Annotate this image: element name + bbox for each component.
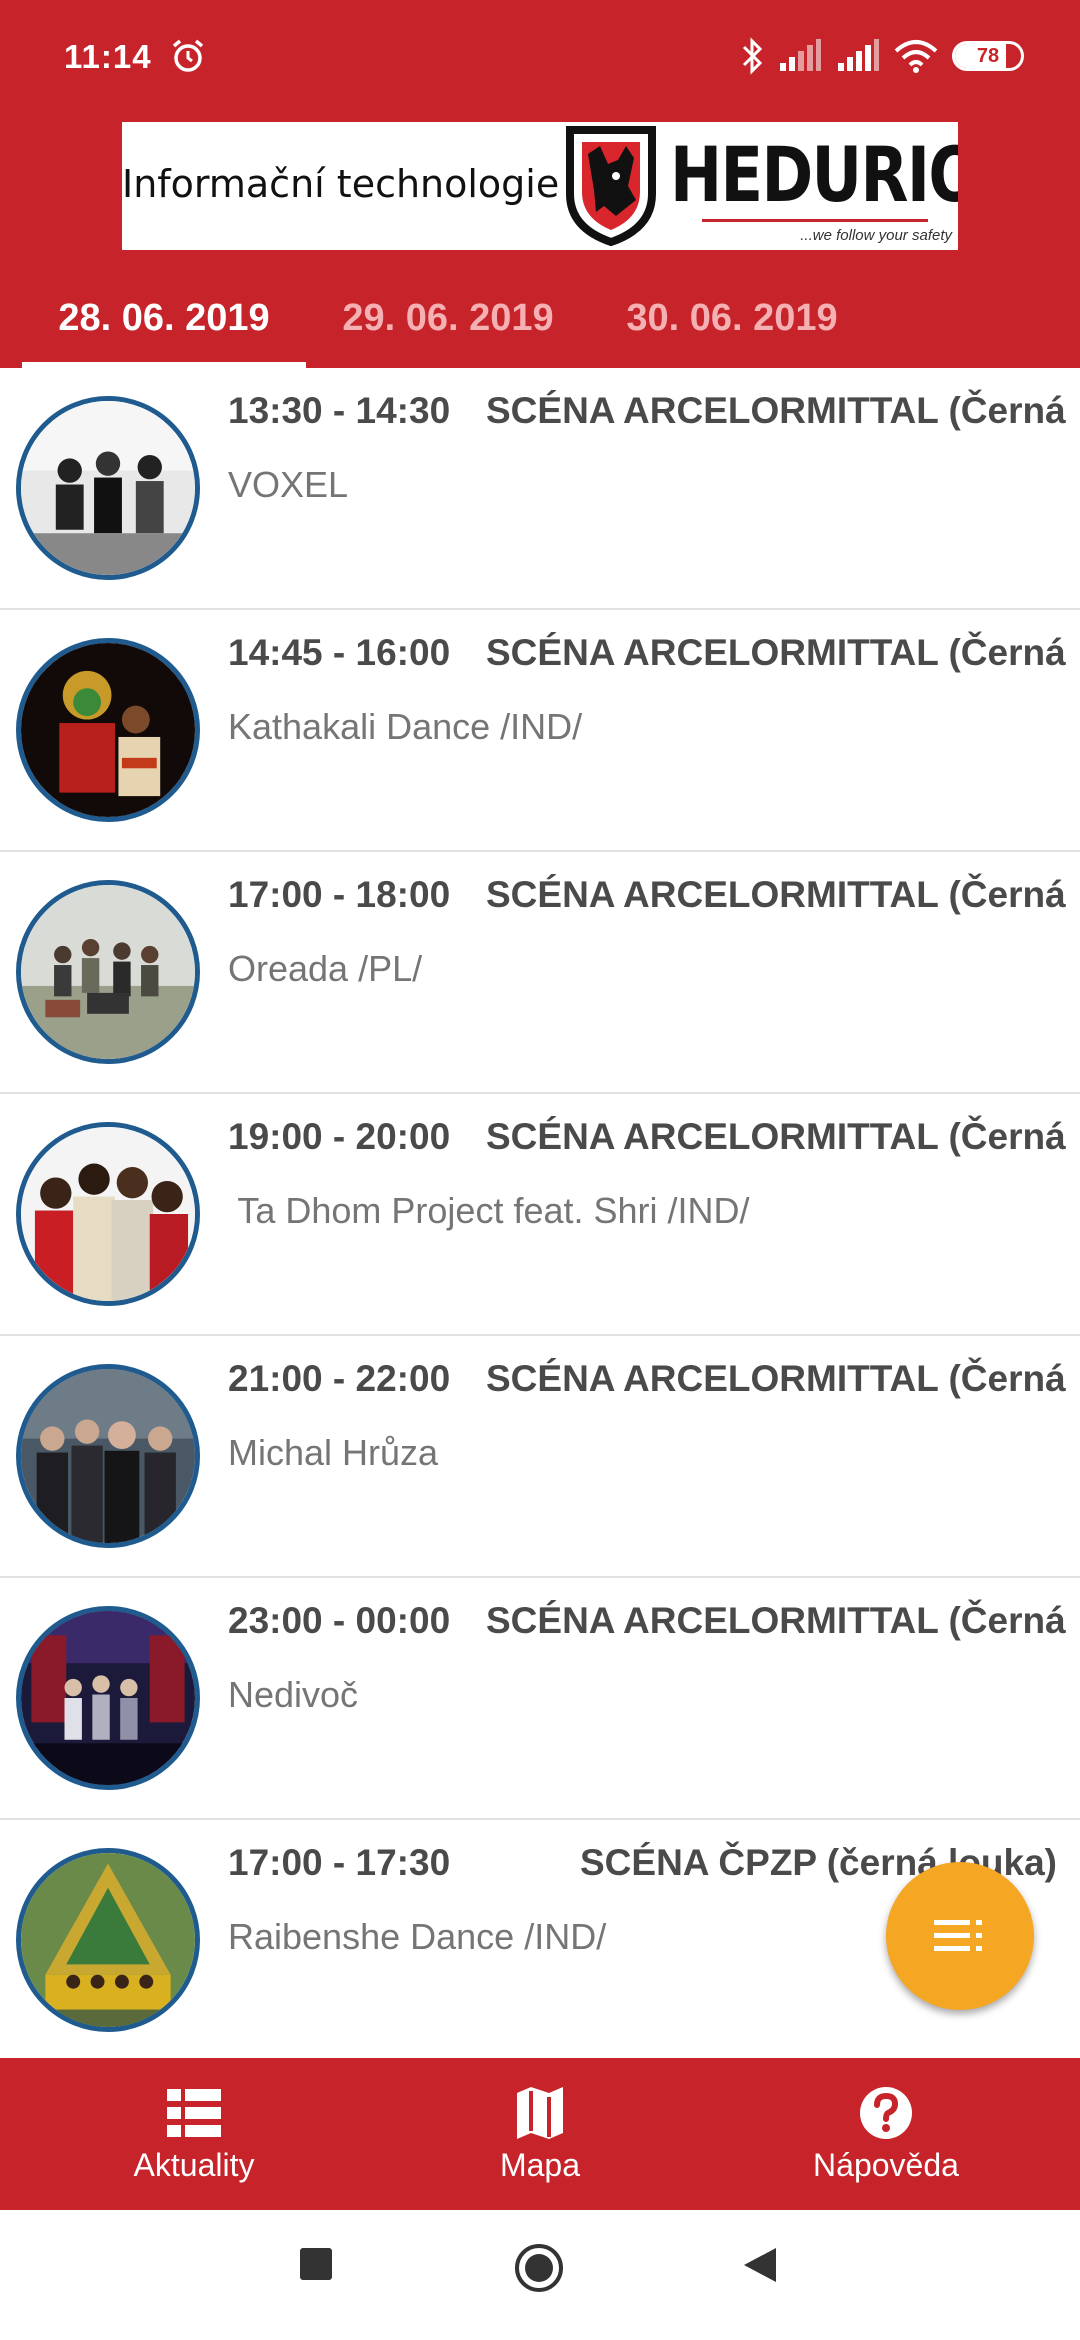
battery-indicator: 78 bbox=[952, 41, 1024, 71]
list-icon bbox=[167, 2088, 221, 2137]
status-bar: 11:14 78 bbox=[0, 0, 1080, 116]
system-navigation-bar bbox=[0, 2210, 1080, 2340]
event-title: Michal Hrůza bbox=[228, 1432, 439, 1473]
event-stage: SCÉNA ARCELORMITTAL (Černá bbox=[486, 632, 1066, 673]
event-stage: SCÉNA ARCELORMITTAL (Černá bbox=[486, 1358, 1066, 1399]
battery-level-text: 78 bbox=[976, 44, 1000, 67]
status-time: 11:14 bbox=[64, 38, 152, 75]
signal-icon bbox=[780, 39, 821, 71]
event-photo bbox=[16, 1364, 200, 1548]
banner-text: Informační technologie bbox=[122, 162, 560, 206]
event-title: Nedivoč bbox=[228, 1674, 359, 1715]
sponsor-banner[interactable]: Informační technologie HEDURIO ...we fol… bbox=[122, 122, 958, 250]
event-stage: SCÉNA ARCELORMITTAL (Černá bbox=[486, 1116, 1066, 1157]
nav-aktuality[interactable]: Aktuality bbox=[14, 2058, 374, 2210]
app-header: 11:14 78 Informační technologie HEDURIO … bbox=[0, 0, 1080, 368]
event-stage: SCÉNA ARCELORMITTAL (Černá bbox=[486, 1600, 1066, 1641]
event-title: Oreada /PL/ bbox=[228, 948, 423, 989]
map-icon bbox=[517, 2086, 563, 2139]
event-photo bbox=[16, 396, 200, 580]
back-button[interactable] bbox=[742, 2246, 778, 2284]
recents-button[interactable] bbox=[298, 2246, 334, 2282]
brand-underline bbox=[702, 219, 928, 222]
event-time: 17:00 - 18:00 bbox=[228, 874, 451, 915]
event-photo bbox=[16, 1606, 200, 1790]
alarm-icon bbox=[172, 39, 204, 72]
event-stage: SCÉNA ARCELORMITTAL (Černá bbox=[486, 390, 1066, 431]
wolf-shield-logo bbox=[566, 126, 656, 246]
event-time: 13:30 - 14:30 bbox=[228, 390, 451, 431]
nav-mapa[interactable]: Mapa bbox=[360, 2058, 720, 2210]
help-icon bbox=[860, 2086, 912, 2139]
event-row[interactable]: 17:00 - 18:00 SCÉNA ARCELORMITTAL (Černá… bbox=[0, 852, 1080, 1094]
event-time: 14:45 - 16:00 bbox=[228, 632, 451, 673]
event-photo bbox=[16, 1122, 200, 1306]
event-row[interactable]: 19:00 - 20:00 SCÉNA ARCELORMITTAL (Černá… bbox=[0, 1094, 1080, 1336]
event-row[interactable]: 14:45 - 16:00 SCÉNA ARCELORMITTAL (Černá… bbox=[0, 610, 1080, 852]
tab-30-06-2019[interactable]: 30. 06. 2019 bbox=[590, 268, 874, 368]
event-time: 21:00 - 22:00 bbox=[228, 1358, 451, 1399]
nav-napoveda[interactable]: Nápověda bbox=[706, 2058, 1066, 2210]
event-title: Raibenshe Dance /IND/ bbox=[228, 1916, 607, 1957]
event-time: 23:00 - 00:00 bbox=[228, 1600, 451, 1641]
tab-29-06-2019[interactable]: 29. 06. 2019 bbox=[306, 268, 590, 368]
home-button[interactable] bbox=[513, 2242, 565, 2294]
event-time: 17:00 - 17:30 bbox=[228, 1842, 451, 1883]
filter-fab-button[interactable] bbox=[886, 1862, 1034, 2010]
nav-mapa-label: Mapa bbox=[499, 2146, 581, 2183]
brand-tagline: ...we follow your safety bbox=[800, 227, 952, 244]
event-title: Kathakali Dance /IND/ bbox=[228, 706, 583, 747]
event-row[interactable]: 23:00 - 00:00 SCÉNA ARCELORMITTAL (Černá… bbox=[0, 1578, 1080, 1820]
brand-name: HEDURIO bbox=[670, 130, 958, 219]
signal-icon-2 bbox=[838, 39, 879, 71]
event-photo bbox=[16, 880, 200, 1064]
event-row[interactable]: 13:30 - 14:30 SCÉNA ARCELORMITTAL (Černá… bbox=[0, 368, 1080, 610]
nav-aktuality-label: Aktuality bbox=[133, 2146, 255, 2183]
event-stage: SCÉNA ARCELORMITTAL (Černá bbox=[486, 874, 1066, 915]
tab-28-06-2019[interactable]: 28. 06. 2019 bbox=[22, 268, 306, 368]
event-time: 19:00 - 20:00 bbox=[228, 1116, 451, 1157]
event-list[interactable]: 13:30 - 14:30 SCÉNA ARCELORMITTAL (Černá… bbox=[0, 368, 1080, 2058]
event-row[interactable]: 21:00 - 22:00 SCÉNA ARCELORMITTAL (Černá… bbox=[0, 1336, 1080, 1578]
event-photo bbox=[16, 638, 200, 822]
event-title: Ta Dhom Project feat. Shri /IND/ bbox=[228, 1190, 750, 1231]
date-tabs: 28. 06. 2019 29. 06. 2019 30. 06. 2019 bbox=[0, 268, 1080, 368]
list-filter-icon bbox=[934, 1920, 982, 1951]
status-icons: 78 bbox=[740, 36, 1024, 76]
nav-napoveda-label: Nápověda bbox=[813, 2146, 959, 2183]
wifi-icon bbox=[894, 40, 938, 73]
event-title: VOXEL bbox=[228, 464, 349, 505]
event-photo bbox=[16, 1848, 200, 2032]
bluetooth-icon bbox=[742, 37, 763, 75]
bottom-navigation: Aktuality Mapa Nápověda bbox=[0, 2058, 1080, 2210]
